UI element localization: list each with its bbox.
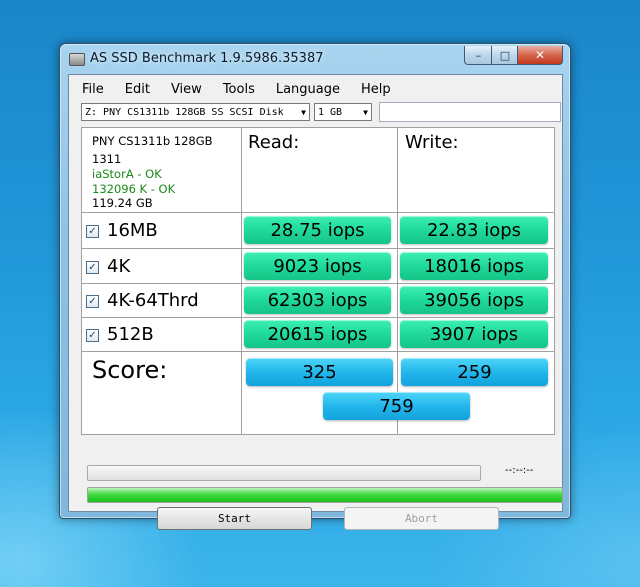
menu-language[interactable]: Language (263, 79, 348, 101)
test-label: 4K-64Thrd (107, 290, 199, 311)
grid-divider (82, 212, 554, 213)
minimize-button[interactable]: – (464, 46, 493, 65)
client-area: File Edit View Tools Language Help Z: PN… (68, 74, 563, 530)
read-result: 28.75 iops (244, 216, 391, 244)
write-result: 22.83 iops (400, 216, 548, 244)
maximize-icon: □ (499, 48, 511, 62)
close-button[interactable]: ✕ (517, 46, 563, 65)
grid-divider (241, 128, 242, 434)
test-progress-bar (87, 465, 481, 481)
grid-divider (82, 283, 554, 284)
write-score: 259 (401, 358, 548, 386)
drive-select-value: Z: PNY CS1311b 128GB SS SCSI Disk (85, 107, 284, 118)
read-result: 62303 iops (244, 286, 391, 314)
test-checkbox[interactable]: ✓ (86, 329, 99, 342)
close-icon: ✕ (534, 48, 546, 62)
read-score: 325 (246, 358, 393, 386)
menu-bar: File Edit View Tools Language Help (69, 79, 399, 101)
status-field (379, 102, 561, 122)
title-bar[interactable]: AS SSD Benchmark 1.9.5986.35387 – □ ✕ (60, 44, 570, 74)
write-result: 18016 iops (400, 252, 548, 280)
results-grid: PNY CS1311b 128GB 1311 iaStorA - OK 1320… (81, 127, 555, 435)
drive-model: PNY CS1311b 128GB (92, 134, 213, 148)
write-result: 3907 iops (400, 320, 548, 348)
menu-help[interactable]: Help (348, 79, 399, 101)
drive-firmware: 1311 (92, 152, 122, 166)
drive-capacity: 119.24 GB (92, 196, 153, 210)
start-button[interactable]: Start (157, 507, 312, 530)
grid-divider (82, 317, 554, 318)
size-select-value: 1 GB (318, 107, 343, 118)
minimize-icon: – (475, 48, 482, 62)
test-label: 16MB (107, 220, 158, 241)
app-window: AS SSD Benchmark 1.9.5986.35387 – □ ✕ Fi… (59, 43, 571, 530)
driver-status: iaStorA - OK (92, 167, 162, 181)
overall-progress-bar (87, 487, 563, 503)
chevron-down-icon: ▼ (301, 108, 306, 117)
abort-button[interactable]: Abort (344, 507, 499, 530)
grid-divider (82, 351, 554, 352)
read-result: 20615 iops (244, 320, 391, 348)
size-select[interactable]: 1 GB ▼ (314, 103, 372, 121)
overall-progress-fill (88, 488, 562, 502)
write-result: 39056 iops (400, 286, 548, 314)
alignment-status: 132096 K - OK (92, 182, 176, 196)
read-result: 9023 iops (244, 252, 391, 280)
score-label: Score: (92, 356, 168, 384)
test-label: 4K (107, 256, 131, 277)
test-checkbox[interactable]: ✓ (86, 225, 99, 238)
grid-divider (397, 128, 398, 434)
test-label: 512B (107, 324, 154, 345)
menu-view[interactable]: View (158, 79, 210, 101)
total-score: 759 (323, 392, 470, 420)
drive-icon (69, 53, 85, 66)
chevron-down-icon: ▼ (363, 108, 368, 117)
test-checkbox[interactable]: ✓ (86, 295, 99, 308)
window-title: AS SSD Benchmark 1.9.5986.35387 (90, 51, 324, 66)
maximize-button[interactable]: □ (491, 46, 519, 65)
read-header: Read: (248, 132, 300, 153)
elapsed-time: --:--:-- (505, 465, 534, 476)
write-header: Write: (405, 132, 459, 153)
menu-edit[interactable]: Edit (112, 79, 158, 101)
grid-divider (82, 248, 554, 249)
menu-tools[interactable]: Tools (210, 79, 263, 101)
drive-select[interactable]: Z: PNY CS1311b 128GB SS SCSI Disk ▼ (81, 103, 310, 121)
menu-file[interactable]: File (69, 79, 112, 101)
test-checkbox[interactable]: ✓ (86, 261, 99, 274)
